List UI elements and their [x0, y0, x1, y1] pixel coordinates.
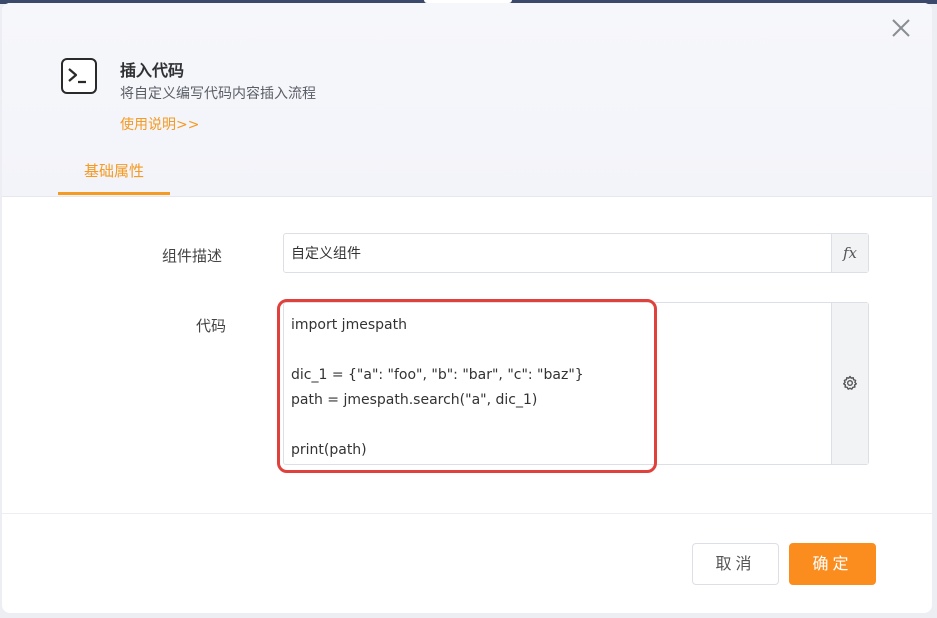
insert-code-dialog: 插入代码 将自定义编写代码内容插入流程 使用说明>> 基础属性 组件描述 fx … [2, 3, 932, 613]
usage-instructions-link[interactable]: 使用说明>> [120, 114, 199, 134]
code-label: 代码 [196, 317, 227, 335]
confirm-button[interactable]: 确定 [789, 543, 876, 585]
description-input[interactable] [284, 234, 832, 272]
fx-button[interactable]: fx [831, 234, 868, 272]
footer-divider [2, 513, 932, 514]
dialog-title: 插入代码 [120, 61, 185, 80]
code-editor[interactable] [284, 303, 832, 464]
description-field: fx [283, 233, 869, 273]
description-label: 组件描述 [162, 247, 223, 265]
dialog-subtitle: 将自定义编写代码内容插入流程 [120, 86, 316, 102]
code-field [283, 302, 869, 465]
dialog-header: 插入代码 将自定义编写代码内容插入流程 使用说明>> 基础属性 [2, 3, 932, 197]
close-icon[interactable] [890, 17, 912, 39]
terminal-icon [61, 58, 97, 94]
cancel-button[interactable]: 取消 [692, 543, 779, 585]
code-settings-button[interactable] [831, 303, 868, 464]
tab-basic-properties[interactable]: 基础属性 [58, 153, 170, 195]
gear-icon [843, 375, 857, 390]
